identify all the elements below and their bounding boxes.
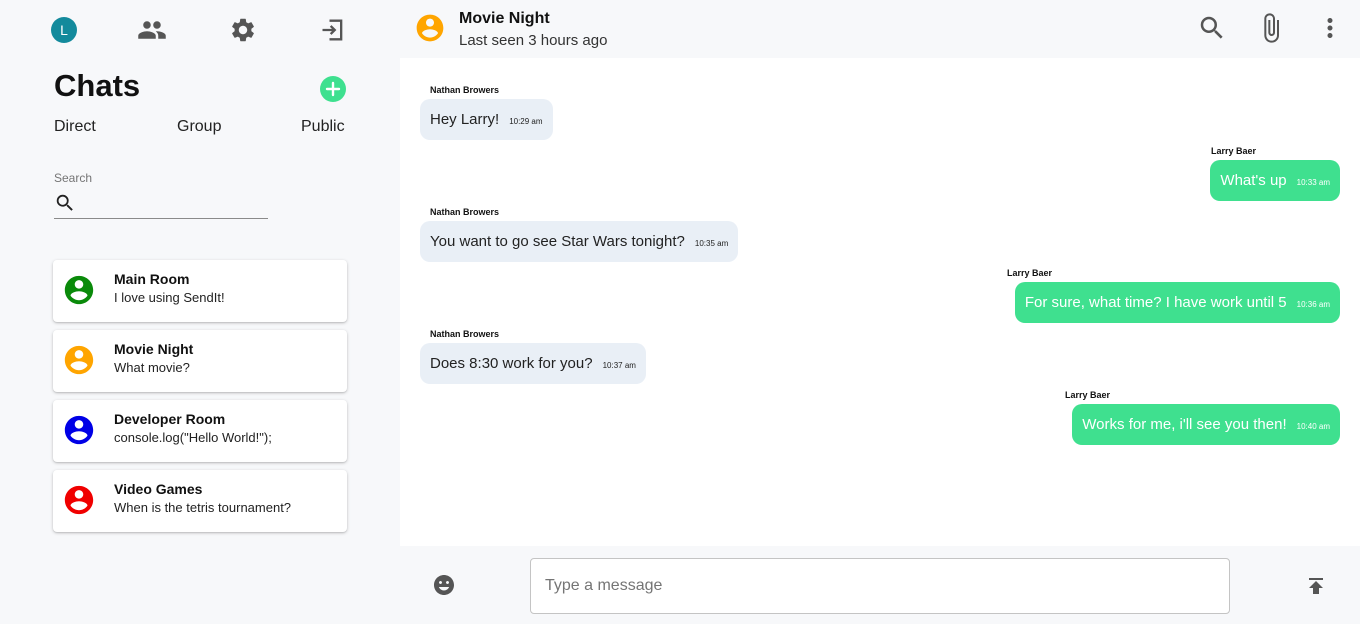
user-avatar-button[interactable]: L xyxy=(48,14,80,46)
message-time: 10:33 am xyxy=(1296,178,1330,187)
avatar-icon-main-room xyxy=(64,275,94,305)
message-text: For sure, what time? I have work until 5 xyxy=(1024,294,1287,311)
chat-status: Last seen 3 hours ago xyxy=(459,32,608,49)
search-icon xyxy=(56,194,73,211)
settings-icon xyxy=(232,18,254,42)
contacts-icon xyxy=(138,21,166,39)
avatar-icon xyxy=(64,345,94,375)
room-card-main-room[interactable]: Main Room I love using SendIt! xyxy=(53,260,347,322)
search-field xyxy=(54,188,268,219)
message-text: Works for me, i'll see you then! xyxy=(1082,416,1287,433)
message-text: Hey Larry! xyxy=(430,111,500,128)
avatar-icon[interactable] xyxy=(414,12,446,44)
message-list: Nathan Browers Hey Larry! 10:29 am Larry… xyxy=(400,58,1360,546)
chat-header: Movie Night Last seen 3 hours ago xyxy=(400,0,1360,58)
chats-title: Chats xyxy=(54,68,141,103)
message-text: What's up xyxy=(1220,172,1287,189)
room-name: Main Room xyxy=(114,271,190,287)
top-navigation: L xyxy=(0,0,400,60)
avatar-icon-video-games xyxy=(64,485,94,515)
message-bubble: What's up 10:33 am xyxy=(1210,160,1340,201)
message-sender: Larry Baer xyxy=(1006,268,1052,278)
avatar-icon-developer-room xyxy=(64,415,94,445)
message-sender: Nathan Browers xyxy=(430,207,500,217)
more-vert-icon xyxy=(1327,18,1333,38)
avatar-icon-movie-night xyxy=(64,345,94,375)
sidebar: L Chats Direct Group Public Search Main … xyxy=(0,0,400,624)
message-bubble: Does 8:30 work for you? 10:37 am xyxy=(420,343,646,384)
search-label: Search xyxy=(54,171,93,185)
logout-icon xyxy=(322,19,343,41)
message-item: Nathan Browers Hey Larry! 10:29 am xyxy=(420,85,1320,141)
avatar-icon xyxy=(64,275,94,305)
avatar-icon xyxy=(64,485,94,515)
more-options-button[interactable] xyxy=(1314,12,1346,44)
user-avatar: L xyxy=(51,17,77,43)
logout-button[interactable] xyxy=(317,14,349,46)
settings-button[interactable] xyxy=(227,14,259,46)
search-icon xyxy=(1200,16,1223,39)
message-time: 10:36 am xyxy=(1296,300,1330,309)
message-sender: Nathan Browers xyxy=(430,85,500,95)
plus-icon xyxy=(325,81,341,97)
message-bubble: Works for me, i'll see you then! 10:40 a… xyxy=(1072,404,1340,445)
message-time: 10:40 am xyxy=(1296,422,1330,431)
search-input[interactable] xyxy=(82,190,266,216)
contacts-button[interactable] xyxy=(136,14,168,46)
message-sender: Larry Baer xyxy=(1064,390,1110,400)
message-text: Does 8:30 work for you? xyxy=(430,355,593,372)
room-last-message: I love using SendIt! xyxy=(114,290,225,305)
room-card-developer-room[interactable]: Developer Room console.log("Hello World!… xyxy=(53,400,347,462)
room-last-message: console.log("Hello World!"); xyxy=(114,430,272,445)
avatar-icon xyxy=(64,415,94,445)
chat-title: Movie Night xyxy=(459,10,550,27)
message-sender: Nathan Browers xyxy=(430,329,500,339)
attach-icon xyxy=(1264,13,1279,43)
message-item: Larry Baer For sure, what time? I have w… xyxy=(440,268,1340,324)
message-sender: Larry Baer xyxy=(1210,146,1256,156)
message-text: You want to go see Star Wars tonight? xyxy=(430,233,685,250)
room-name: Developer Room xyxy=(114,411,226,427)
chat-avatar-icon xyxy=(416,14,444,42)
message-time: 10:29 am xyxy=(509,117,543,126)
room-name: Video Games xyxy=(114,481,203,497)
send-icon[interactable] xyxy=(1304,574,1328,598)
tab-direct[interactable]: Direct xyxy=(54,118,96,136)
message-item: Larry Baer What's up 10:33 am xyxy=(440,146,1340,202)
tab-public[interactable]: Public xyxy=(301,118,345,136)
search-messages-button[interactable] xyxy=(1196,12,1228,44)
attach-button[interactable] xyxy=(1255,12,1287,44)
emoji-icon[interactable] xyxy=(432,573,456,597)
room-last-message: What movie? xyxy=(114,360,190,375)
tab-group[interactable]: Group xyxy=(177,118,221,136)
room-last-message: When is the tetris tournament? xyxy=(114,500,292,515)
message-time: 10:37 am xyxy=(602,361,636,370)
add-chat-button[interactable] xyxy=(320,76,346,102)
room-card-video-games[interactable]: Video Games When is the tetris tournamen… xyxy=(53,470,347,532)
message-item: Larry Baer Works for me, i'll see you th… xyxy=(440,390,1340,446)
message-composer xyxy=(400,546,1360,624)
message-time: 10:35 am xyxy=(694,239,729,248)
message-bubble: For sure, what time? I have work until 5… xyxy=(1014,282,1340,323)
message-item: Nathan Browers Does 8:30 work for you? 1… xyxy=(420,329,1320,385)
message-bubble: You want to go see Star Wars tonight? 10… xyxy=(420,221,739,262)
room-card-movie-night[interactable]: Movie Night What movie? xyxy=(53,330,347,392)
message-bubble: Hey Larry! 10:29 am xyxy=(420,99,553,140)
message-item: Nathan Browers You want to go see Star W… xyxy=(420,207,1320,263)
message-input[interactable] xyxy=(530,558,1230,614)
room-name: Movie Night xyxy=(114,341,194,357)
